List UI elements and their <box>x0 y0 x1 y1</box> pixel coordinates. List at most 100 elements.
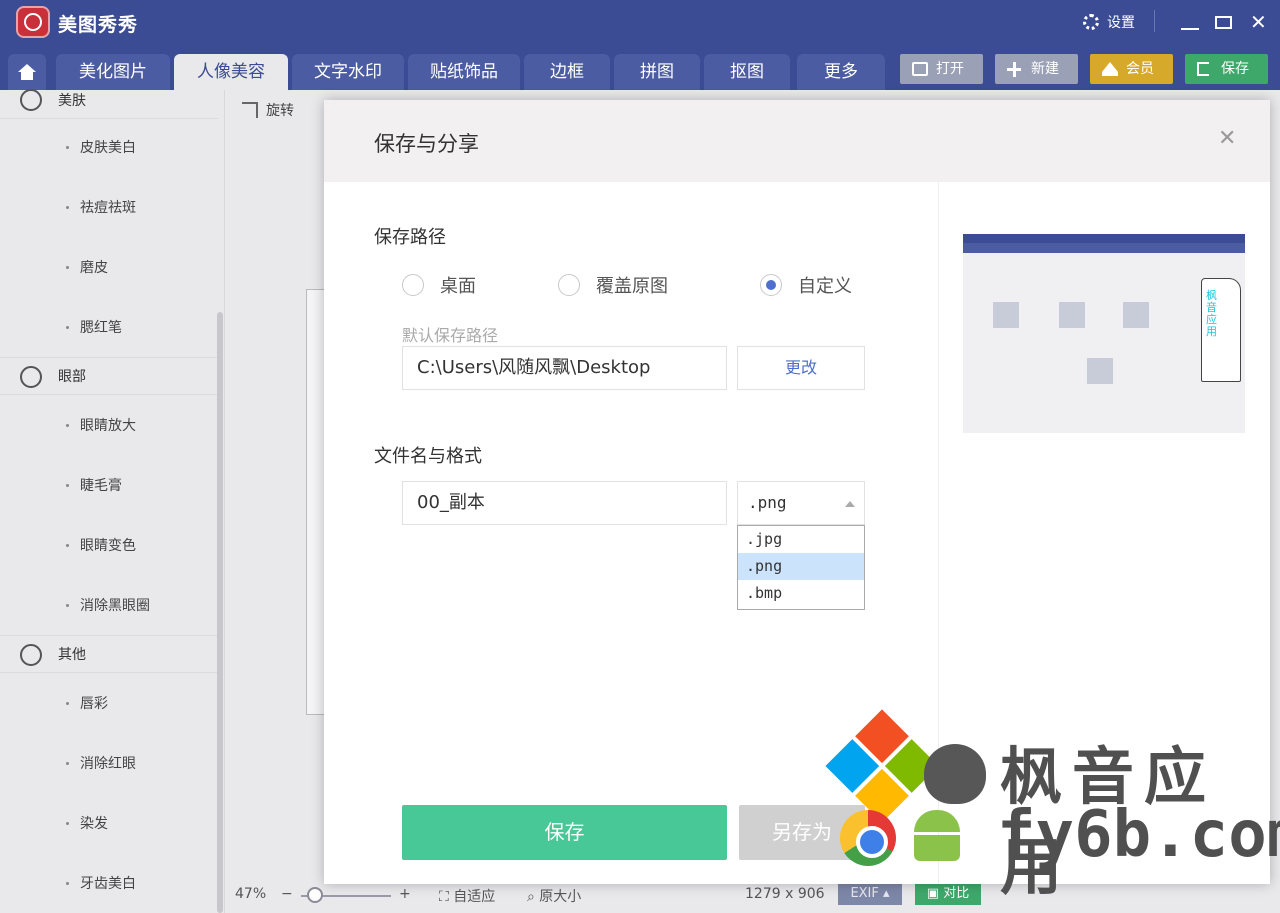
minimize-icon[interactable] <box>1181 28 1199 30</box>
format-selected-value: .png <box>748 493 787 512</box>
tab-cutout[interactable]: 抠图 <box>704 54 790 90</box>
app-logo-icon <box>16 6 50 38</box>
preview-tile-icon <box>1123 302 1149 328</box>
titlebar-divider <box>1154 10 1155 32</box>
apple-logo-icon <box>924 744 986 804</box>
radio-label: 覆盖原图 <box>596 276 668 297</box>
radio-circle-selected <box>760 274 782 296</box>
radio-circle <box>558 274 580 296</box>
save-top-label: 保存 <box>1221 61 1249 77</box>
save-path-label: 保存路径 <box>374 227 446 248</box>
zoom-out-button[interactable]: − <box>281 886 293 902</box>
sidebar-item-label: 皮肤美白 <box>80 140 136 156</box>
canvas-image[interactable] <box>306 289 326 715</box>
zoom-in-button[interactable]: + <box>399 886 411 902</box>
radio-label: 自定义 <box>798 276 852 297</box>
sidebar-item-label: 消除红眼 <box>80 756 136 772</box>
export-icon <box>1197 62 1209 76</box>
save-path-field[interactable]: C:\Users\风随风飘\Desktop <box>402 346 727 390</box>
rotate-icon <box>242 102 258 118</box>
sidebar-item-label: 消除黑眼圈 <box>80 598 150 614</box>
tab-text-watermark[interactable]: 文字水印 <box>292 54 404 90</box>
sidebar-item-label: 祛痘祛斑 <box>80 200 136 216</box>
save-top-button[interactable]: 保存 <box>1185 54 1268 84</box>
format-option-bmp[interactable]: .bmp <box>738 580 864 607</box>
vip-button[interactable]: 会员 <box>1090 54 1173 84</box>
dialog-close-icon[interactable]: ✕ <box>1218 128 1236 150</box>
sidebar-item-teeth-whiten[interactable]: 牙齿美白 <box>0 853 218 913</box>
sidebar-group-other[interactable]: 其他 <box>0 635 218 673</box>
watermark-url: fy6b.com <box>997 798 1280 872</box>
sidebar-item-hair-dye[interactable]: 染发 <box>0 793 218 853</box>
exif-button[interactable]: EXIF ▴ <box>838 883 902 905</box>
radio-custom[interactable]: 自定义 <box>760 272 852 298</box>
fit-button[interactable]: ⛶ 自适应 <box>439 886 495 906</box>
preview-thumbnail: 枫音应用 <box>963 234 1245 433</box>
sidebar-item-red-eye[interactable]: 消除红眼 <box>0 733 218 793</box>
image-size: 1279 x 906 <box>745 886 825 902</box>
tab-stickers[interactable]: 贴纸饰品 <box>408 54 520 90</box>
format-option-png[interactable]: .png <box>738 553 864 580</box>
more-dots-icon <box>20 644 42 666</box>
radio-circle <box>402 274 424 296</box>
sidebar-item-eye-enlarge[interactable]: 眼睛放大 <box>0 395 218 455</box>
sidebar-item-label: 眼睛放大 <box>80 418 136 434</box>
maximize-icon[interactable] <box>1215 16 1232 29</box>
sidebar-group-label: 其他 <box>58 647 86 663</box>
original-size-button[interactable]: ⌕ 原大小 <box>527 886 581 906</box>
sidebar: 美肤 皮肤美白 祛痘祛斑 磨皮 腮红笔 眼部 眼睛放大 睫毛膏 眼睛变色 消除黑… <box>0 89 225 913</box>
sidebar-scrollbar[interactable] <box>217 312 223 913</box>
sidebar-item-acne-removal[interactable]: 祛痘祛斑 <box>0 177 218 237</box>
preview-tile-icon <box>1059 302 1085 328</box>
sidebar-group-label: 眼部 <box>58 369 86 385</box>
app-title: 美图秀秀 <box>58 14 139 36</box>
plus-icon <box>1007 61 1023 77</box>
sidebar-item-lip-color[interactable]: 唇彩 <box>0 673 218 733</box>
windows-logo-icon <box>825 709 939 823</box>
tab-frame[interactable]: 边框 <box>524 54 610 90</box>
rotate-label: 旋转 <box>266 103 294 119</box>
filename-field[interactable]: 00_副本 <box>402 481 727 525</box>
dialog-header: 保存与分享 ✕ <box>324 100 1270 182</box>
format-option-jpg[interactable]: .jpg <box>738 526 864 553</box>
sidebar-item-dark-circles[interactable]: 消除黑眼圈 <box>0 575 218 635</box>
zoom-slider-handle[interactable] <box>307 887 323 903</box>
fit-label: 自适应 <box>453 889 496 905</box>
sidebar-item-label: 腮红笔 <box>80 320 122 336</box>
home-icon <box>18 64 36 80</box>
settings-label: 设置 <box>1107 15 1135 31</box>
new-button[interactable]: 新建 <box>995 54 1078 84</box>
sidebar-item-eye-color[interactable]: 眼睛变色 <box>0 515 218 575</box>
rotate-button[interactable]: 旋转 <box>242 100 294 120</box>
sidebar-group-eyes[interactable]: 眼部 <box>0 357 218 395</box>
compare-button[interactable]: ▣ 对比 <box>915 883 981 905</box>
android-logo-icon <box>908 810 966 866</box>
caret-up-icon <box>845 501 855 507</box>
radio-overwrite[interactable]: 覆盖原图 <box>558 272 668 298</box>
new-label: 新建 <box>1031 61 1059 77</box>
sidebar-group-skin[interactable]: 美肤 <box>0 81 218 119</box>
default-path-hint: 默认保存路径 <box>402 326 499 345</box>
original-size-label: 原大小 <box>539 889 582 905</box>
format-dropdown-list: .jpg .png .bmp <box>737 525 865 610</box>
sidebar-item-mascara[interactable]: 睫毛膏 <box>0 455 218 515</box>
sidebar-item-blush[interactable]: 腮红笔 <box>0 297 218 357</box>
close-icon[interactable]: ✕ <box>1250 12 1267 32</box>
save-button[interactable]: 保存 <box>402 805 727 860</box>
tab-collage[interactable]: 拼图 <box>614 54 700 90</box>
format-select[interactable]: .png <box>737 481 865 525</box>
settings-button[interactable]: 设置 <box>1083 12 1135 32</box>
change-path-button[interactable]: 更改 <box>737 346 865 390</box>
open-button[interactable]: 打开 <box>900 54 983 84</box>
dialog-title: 保存与分享 <box>374 132 479 156</box>
crown-icon <box>1102 62 1118 76</box>
filename-format-label: 文件名与格式 <box>374 446 482 467</box>
sidebar-item-smooth-skin[interactable]: 磨皮 <box>0 237 218 297</box>
sidebar-item-label: 染发 <box>80 816 108 832</box>
radio-desktop[interactable]: 桌面 <box>402 272 476 298</box>
eye-icon <box>20 366 42 388</box>
sidebar-item-label: 磨皮 <box>80 260 108 276</box>
title-bar: 美图秀秀 设置 ✕ <box>0 0 1280 44</box>
tab-more[interactable]: 更多 <box>797 54 885 90</box>
sidebar-item-skin-whiten[interactable]: 皮肤美白 <box>0 117 218 177</box>
